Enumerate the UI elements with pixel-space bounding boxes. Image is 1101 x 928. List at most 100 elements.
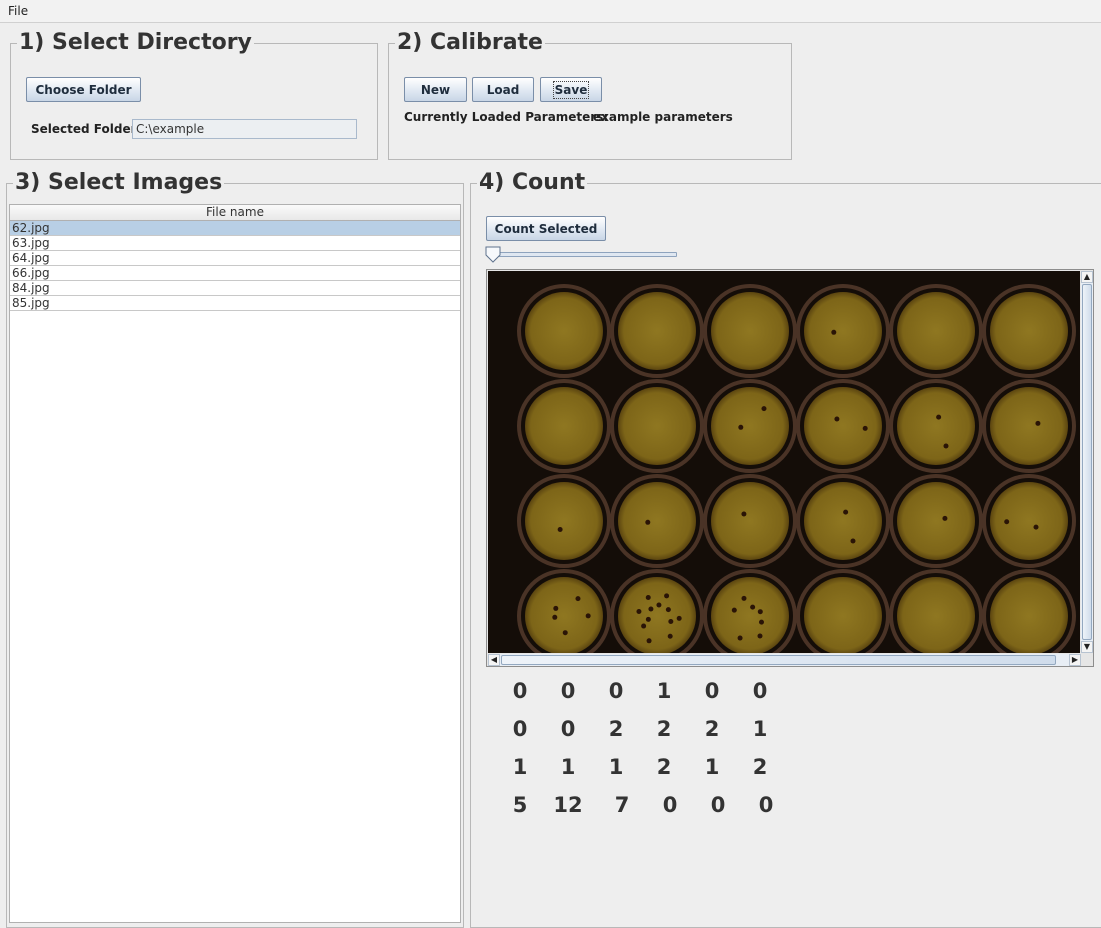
load-label: Load bbox=[486, 82, 520, 97]
count-cell: 12 bbox=[553, 793, 583, 817]
colony-dot bbox=[665, 607, 671, 613]
image-viewport[interactable]: ▲ ▼ ◀ ▶ bbox=[486, 269, 1094, 667]
colony-dot bbox=[1033, 524, 1039, 530]
threshold-slider-thumb[interactable] bbox=[485, 246, 501, 264]
colony-dot bbox=[557, 526, 563, 532]
colony-dot bbox=[664, 593, 670, 599]
plate-well bbox=[525, 387, 603, 465]
colony-dot bbox=[648, 606, 654, 612]
colony-dot bbox=[757, 633, 763, 639]
count-cell: 7 bbox=[614, 793, 630, 817]
colony-dot bbox=[731, 607, 737, 613]
loaded-params-label: Currently Loaded Parameters: bbox=[404, 110, 609, 124]
plate-well bbox=[804, 482, 882, 560]
plate-well bbox=[897, 292, 975, 370]
table-row[interactable]: 62.jpg bbox=[10, 221, 460, 236]
plate-well bbox=[897, 482, 975, 560]
colony-dot bbox=[676, 615, 682, 621]
threshold-slider-track[interactable] bbox=[489, 252, 677, 257]
calibrate-title: 2) Calibrate bbox=[395, 30, 545, 56]
table-row[interactable]: 85.jpg bbox=[10, 296, 460, 311]
plate-well bbox=[711, 387, 789, 465]
colony-dot bbox=[645, 595, 651, 601]
colony-dot bbox=[843, 509, 849, 515]
plate-well bbox=[804, 577, 882, 653]
colony-dot bbox=[942, 515, 948, 521]
plate-well bbox=[711, 577, 789, 653]
count-title: 4) Count bbox=[477, 170, 588, 196]
colony-dot bbox=[552, 614, 558, 620]
count-cell: 0 bbox=[608, 679, 624, 703]
plate-well bbox=[804, 292, 882, 370]
file-table-body: 62.jpg 63.jpg 64.jpg 66.jpg 84.jpg 85.jpg bbox=[10, 221, 460, 311]
plate-well bbox=[897, 577, 975, 653]
count-cell: 0 bbox=[752, 679, 768, 703]
table-row[interactable]: 64.jpg bbox=[10, 251, 460, 266]
colony-dot bbox=[741, 511, 747, 517]
file-table[interactable]: File name 62.jpg 63.jpg 64.jpg 66.jpg 84.jpg… bbox=[9, 204, 461, 923]
colony-dot bbox=[831, 329, 837, 335]
count-cell: 0 bbox=[512, 679, 528, 703]
plate-image-svg bbox=[488, 271, 1080, 653]
plate-well bbox=[525, 577, 603, 653]
count-cell: 0 bbox=[704, 679, 720, 703]
colony-dot bbox=[641, 623, 647, 629]
colony-dot bbox=[834, 416, 840, 422]
colony-dot bbox=[667, 633, 673, 639]
plate-well bbox=[711, 292, 789, 370]
plate-well bbox=[804, 387, 882, 465]
file-name-column-header[interactable]: File name bbox=[10, 205, 460, 221]
select-directory-title: 1) Select Directory bbox=[17, 30, 254, 56]
table-row[interactable]: 84.jpg bbox=[10, 281, 460, 296]
horizontal-scroll-thumb[interactable] bbox=[501, 655, 1056, 665]
colony-dot bbox=[645, 616, 651, 622]
colony-dot bbox=[646, 638, 652, 644]
plate-well bbox=[990, 387, 1068, 465]
table-row[interactable]: 66.jpg bbox=[10, 266, 460, 281]
colony-dot bbox=[738, 424, 744, 430]
triangle-up-icon[interactable]: ▲ bbox=[1081, 271, 1093, 283]
new-calibration-button[interactable]: New bbox=[404, 77, 467, 102]
count-cell: 1 bbox=[512, 755, 528, 779]
plate-well bbox=[990, 292, 1068, 370]
triangle-down-icon[interactable]: ▼ bbox=[1081, 641, 1093, 653]
plate-image bbox=[488, 271, 1080, 653]
plate-well bbox=[618, 577, 696, 653]
colony-dot bbox=[553, 605, 559, 611]
menu-file[interactable]: File bbox=[8, 4, 28, 18]
count-cell: 0 bbox=[662, 793, 678, 817]
horizontal-scrollbar[interactable]: ◀ ▶ bbox=[488, 654, 1081, 666]
count-selected-label: Count Selected bbox=[494, 221, 598, 236]
colony-dot bbox=[1035, 420, 1041, 426]
triangle-left-icon[interactable]: ◀ bbox=[488, 654, 500, 666]
selected-folder-field[interactable]: C:\example bbox=[132, 119, 357, 139]
save-calibration-button[interactable]: Save bbox=[540, 77, 602, 102]
colony-dot bbox=[575, 596, 581, 602]
colony-dot bbox=[585, 613, 591, 619]
choose-folder-button[interactable]: Choose Folder bbox=[26, 77, 141, 102]
plate-well bbox=[525, 292, 603, 370]
colony-dot bbox=[741, 595, 747, 601]
plate-well bbox=[525, 482, 603, 560]
colony-dot bbox=[850, 538, 856, 544]
vertical-scroll-thumb[interactable] bbox=[1082, 284, 1092, 640]
count-cell: 2 bbox=[656, 755, 672, 779]
count-selected-button[interactable]: Count Selected bbox=[486, 216, 606, 241]
colony-dot bbox=[862, 425, 868, 431]
colony-dot bbox=[758, 619, 764, 625]
selected-folder-label: Selected Folder: bbox=[31, 122, 142, 136]
colony-dot bbox=[943, 443, 949, 449]
count-cell: 1 bbox=[656, 679, 672, 703]
colony-dot bbox=[936, 414, 942, 420]
save-label: Save bbox=[552, 80, 590, 99]
triangle-right-icon[interactable]: ▶ bbox=[1069, 654, 1081, 666]
plate-well bbox=[990, 577, 1068, 653]
plate-well bbox=[618, 292, 696, 370]
vertical-scrollbar[interactable]: ▲ ▼ bbox=[1081, 271, 1093, 653]
menu-bar: File bbox=[0, 0, 1101, 23]
load-calibration-button[interactable]: Load bbox=[472, 77, 534, 102]
table-row[interactable]: 63.jpg bbox=[10, 236, 460, 251]
count-cell: 1 bbox=[608, 755, 624, 779]
choose-folder-label: Choose Folder bbox=[35, 82, 132, 97]
colony-dot bbox=[761, 406, 767, 412]
